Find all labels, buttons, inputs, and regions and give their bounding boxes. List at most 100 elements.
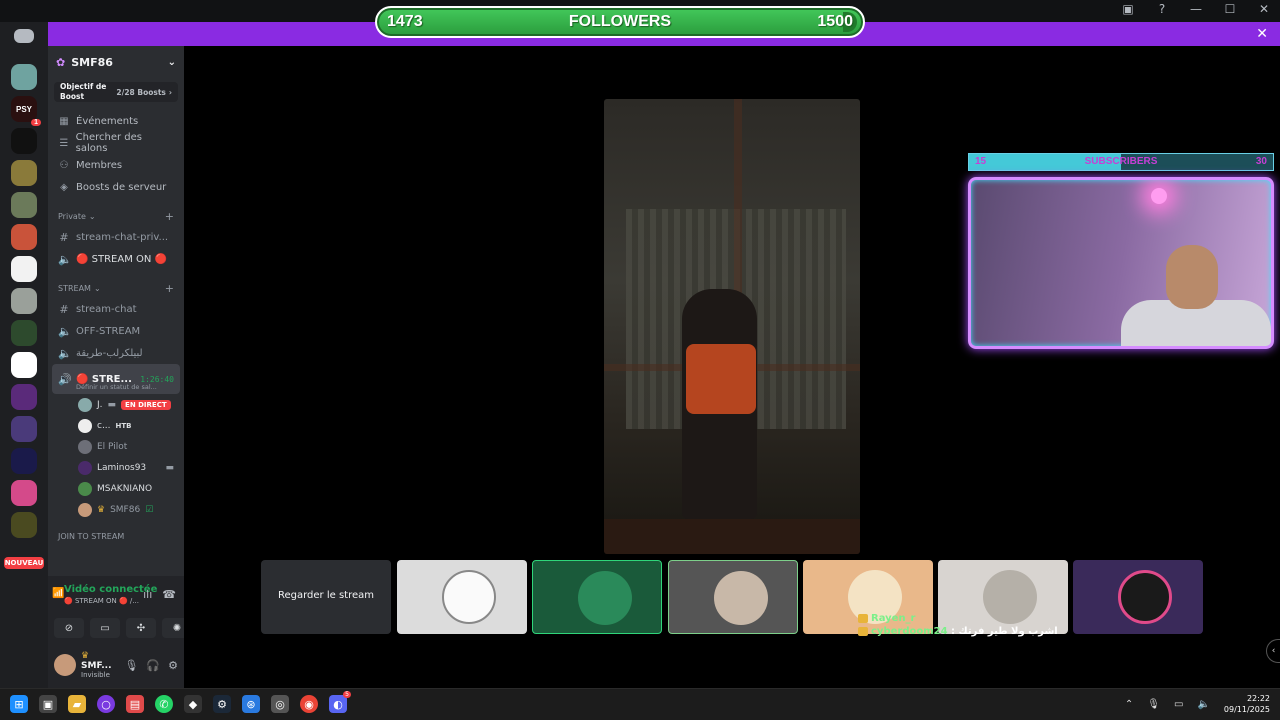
server-icon[interactable] xyxy=(11,224,37,250)
whatsapp-icon[interactable]: ✆ xyxy=(155,695,173,713)
app-icon[interactable]: ◎ xyxy=(271,695,289,713)
avatar xyxy=(78,439,92,454)
chevron-down-icon: ⌄ xyxy=(167,56,176,68)
microphone-icon[interactable]: 🎙 xyxy=(1147,699,1160,710)
participant-tile[interactable] xyxy=(668,560,798,634)
server-icon[interactable] xyxy=(11,480,37,506)
discord-icon[interactable]: ◐ 5 xyxy=(329,691,351,713)
noise-suppression-icon[interactable]: ılı xyxy=(143,588,152,601)
voice-user[interactable]: Laminos93 ▬ xyxy=(48,457,184,478)
chevron-down-icon: ⌄ xyxy=(88,211,96,221)
chevron-up-icon[interactable]: ⌃ xyxy=(1125,699,1133,710)
voice-user[interactable]: c... HTB xyxy=(48,415,184,436)
add-channel-icon[interactable]: + xyxy=(165,210,174,223)
task-view-icon[interactable]: ▣ xyxy=(39,695,57,713)
avatar xyxy=(714,571,768,625)
boost-goal[interactable]: Objectif de Boost 2/28 Boosts › xyxy=(54,82,178,102)
disconnect-icon[interactable]: ☎ xyxy=(162,588,176,601)
voice-user[interactable]: El Pilot xyxy=(48,436,184,457)
server-icon[interactable] xyxy=(11,384,37,410)
banner-close-icon[interactable]: ✕ xyxy=(1256,26,1268,42)
app-icon[interactable]: ▤ xyxy=(126,695,144,713)
avatar[interactable] xyxy=(54,654,76,676)
crown-icon: ♛ xyxy=(81,651,90,661)
chrome-icon[interactable]: ◉ xyxy=(300,695,318,713)
nav-browse-channels[interactable]: ☰ Chercher des salons xyxy=(48,132,184,154)
server-icon[interactable] xyxy=(11,416,37,442)
app-icon[interactable]: ○ xyxy=(97,695,115,713)
clock-time: 22:22 xyxy=(1246,694,1270,703)
system-tray: ⌃ 🎙 ▭ 🔈 22:22 09/11/2025 xyxy=(1125,693,1270,715)
steam-icon[interactable]: ⚙ xyxy=(213,695,231,713)
avatar xyxy=(78,397,92,412)
watch-stream-label[interactable]: Regarder le stream xyxy=(261,590,391,601)
server-icon[interactable] xyxy=(11,288,37,314)
participant-tile[interactable] xyxy=(532,560,662,634)
clock[interactable]: 22:22 09/11/2025 xyxy=(1224,693,1270,715)
settings-icon[interactable]: ⚙ xyxy=(168,659,178,672)
app-icon[interactable]: ⊛ xyxy=(242,695,260,713)
server-icon-psy[interactable]: PSY 1 xyxy=(11,96,41,126)
user-name: SMF... xyxy=(81,661,112,671)
category-private[interactable]: Private ⌄ + xyxy=(48,206,184,226)
channel-status[interactable]: Définir un statut de sal... xyxy=(76,383,157,391)
app-icon[interactable]: ◆ xyxy=(184,695,202,713)
server-rail: PSY 1 NOUVEAU xyxy=(0,22,48,688)
help-icon[interactable]: ? xyxy=(1154,2,1170,16)
video-background xyxy=(604,519,860,554)
network-icon[interactable]: ▭ xyxy=(1174,699,1183,710)
discord-home-icon[interactable] xyxy=(14,29,34,43)
channel-label: لبيلكرلب-طريقة xyxy=(76,347,143,359)
category-stream[interactable]: STREAM ⌄ + xyxy=(48,278,184,298)
participant-tile-watch[interactable]: Regarder le stream xyxy=(261,560,391,634)
server-icon[interactable] xyxy=(11,448,37,474)
microphone-icon[interactable]: 🎙 xyxy=(124,659,138,672)
server-icon[interactable] xyxy=(11,320,37,346)
maximize-icon[interactable]: ☐ xyxy=(1222,2,1238,16)
close-icon[interactable]: ✕ xyxy=(1256,2,1272,16)
screen-share-button[interactable]: ▭ xyxy=(90,618,120,638)
user-name: c... xyxy=(97,420,111,431)
nav-label: Membres xyxy=(76,159,123,171)
file-explorer-icon[interactable]: ▰ xyxy=(68,695,86,713)
camera-off-button[interactable]: ⊘ xyxy=(54,618,84,638)
camera-icon: ▬ xyxy=(107,399,117,410)
minimize-icon[interactable]: — xyxy=(1188,2,1204,16)
followers-goal: 1500 xyxy=(817,13,853,30)
participant-tile[interactable] xyxy=(397,560,527,634)
participant-tile[interactable] xyxy=(1073,560,1203,634)
activities-button[interactable]: ✣ xyxy=(126,618,156,638)
add-channel-icon[interactable]: + xyxy=(165,282,174,295)
volume-icon[interactable]: 🔈 xyxy=(1197,699,1209,710)
headphones-icon[interactable]: 🎧 xyxy=(146,659,160,672)
voice-channel-name: 🔴 STREAM ON 🔴 /... xyxy=(64,597,139,605)
server-icon[interactable] xyxy=(11,64,37,90)
server-icon[interactable] xyxy=(11,512,37,538)
server-icon[interactable] xyxy=(11,128,37,154)
category-join-to-stream[interactable]: JOIN TO STREAM xyxy=(48,526,184,546)
channel-label: stream-chat-priv... xyxy=(76,231,169,243)
nav-events[interactable]: ▦ Événements xyxy=(48,110,184,132)
nav-server-boosts[interactable]: ◈ Boosts de serveur xyxy=(48,176,184,198)
main-video-stream[interactable] xyxy=(604,99,860,554)
avatar xyxy=(78,481,92,496)
server-icon[interactable] xyxy=(11,160,37,186)
channel-arabic[interactable]: 🔈 لبيلكرلب-طريقة xyxy=(48,342,184,364)
server-icon[interactable] xyxy=(11,256,37,282)
user-info[interactable]: ♛ SMF... Invisible xyxy=(81,651,119,679)
channel-stream-chat-private[interactable]: # stream-chat-priv... xyxy=(48,226,184,248)
server-icon[interactable] xyxy=(11,192,37,218)
voice-user[interactable]: ♛ SMF86 ☑ xyxy=(48,499,184,520)
server-header[interactable]: ✿ SMF86 ⌄ xyxy=(48,46,184,78)
inbox-icon[interactable]: ▣ xyxy=(1120,2,1136,16)
channel-stream-chat[interactable]: # stream-chat xyxy=(48,298,184,320)
channel-stream-on[interactable]: 🔈 🔴 STREAM ON 🔴 xyxy=(48,248,184,270)
start-icon[interactable]: ⊞ xyxy=(10,695,28,713)
channel-off-stream[interactable]: 🔈 OFF-STREAM xyxy=(48,320,184,342)
expand-arrow-icon[interactable]: ‹ xyxy=(1266,639,1280,663)
server-icon[interactable] xyxy=(11,352,37,378)
active-voice-channel[interactable]: 🔊 🔴 STRE... 1:26:40 Définir un statut de… xyxy=(52,364,180,394)
voice-user[interactable]: J. ▬ EN DIRECT xyxy=(48,394,184,415)
voice-user[interactable]: MSAKNIANO xyxy=(48,478,184,499)
nav-members[interactable]: ⚇ Membres xyxy=(48,154,184,176)
